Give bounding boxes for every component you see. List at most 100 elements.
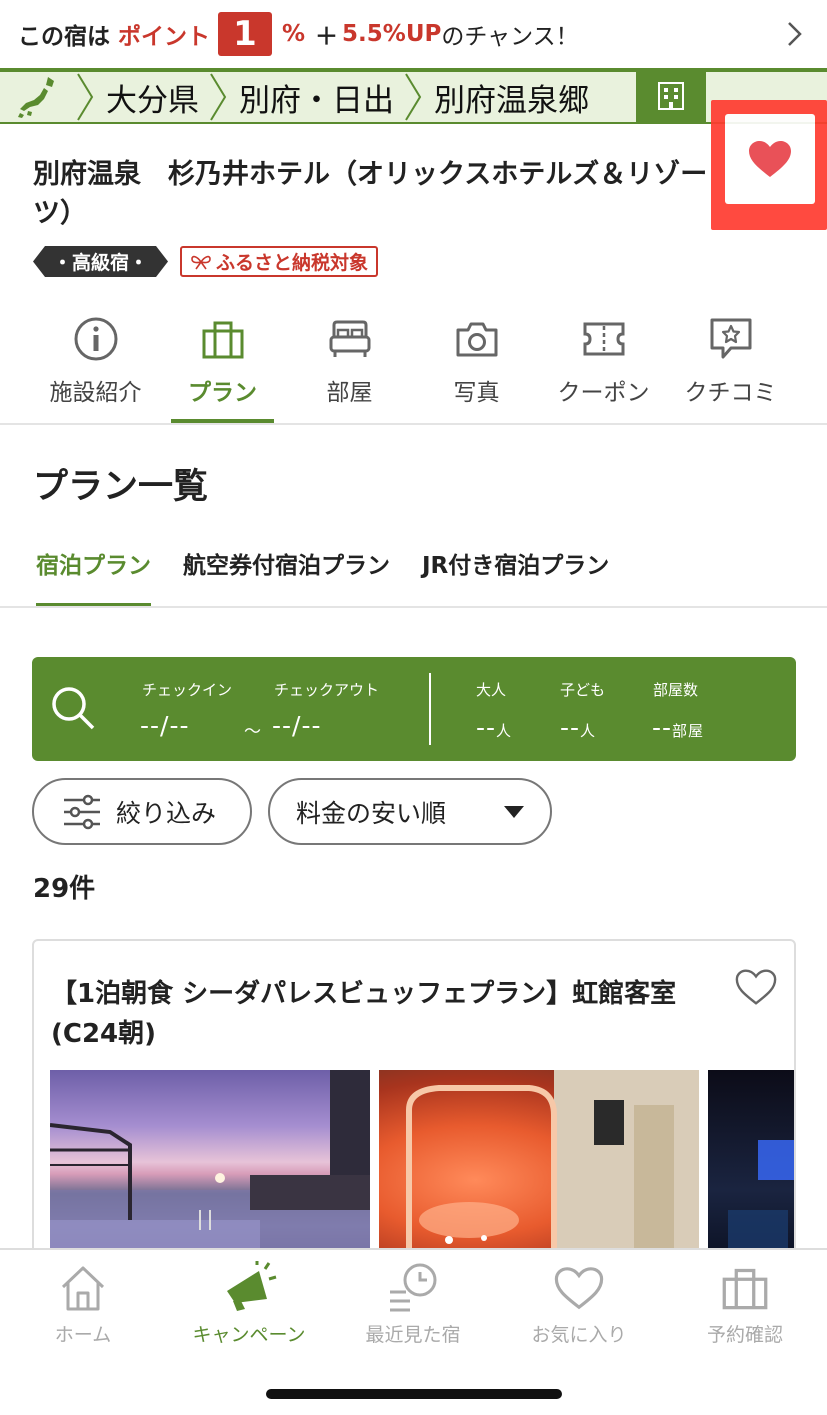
checkin-label: チェックイン: [142, 681, 233, 699]
nav-home-label: ホーム: [54, 1324, 112, 1346]
plan-photo-bath[interactable]: [379, 1070, 699, 1270]
plan-title[interactable]: 【1泊朝食 シーダパレスビュッフェプラン】虹館客室(C24朝): [51, 974, 711, 1054]
hotel-section-tabs: 施設紹介 プラン 部屋 写真 クーポン クチコミ: [32, 305, 795, 423]
child-value: --: [560, 713, 581, 742]
breadcrumb: 大分県 別府・日出 別府温泉郷: [0, 68, 827, 124]
plan-list-heading: プラン一覧: [33, 467, 209, 507]
divider: [0, 423, 827, 425]
nav-favorites-label: お気に入り: [531, 1324, 627, 1346]
info-icon: [74, 317, 117, 361]
rooms-value: --: [652, 713, 673, 742]
child-unit: 人: [580, 722, 597, 740]
divider: [0, 606, 827, 608]
hotel-tags: ・高級宿・ ふるさと納税対象: [33, 246, 379, 277]
adult-label: 大人: [476, 681, 507, 699]
tag-luxury: ・高級宿・: [33, 246, 168, 277]
banner-plus: ＋: [315, 24, 339, 50]
nav-campaign-label: キャンペーン: [192, 1324, 306, 1346]
banner-bonus: 5.5%UP: [342, 21, 442, 47]
tab-rooms-label: 部屋: [326, 380, 373, 406]
child-label: 子ども: [560, 681, 606, 699]
breadcrumb-separator-icon: [77, 73, 94, 121]
tab-photos-label: 写真: [453, 380, 500, 406]
banner-prefix: この宿は: [18, 24, 110, 50]
heart-filled-icon: [749, 141, 791, 177]
nav-recently-viewed-label: 最近見た宿: [365, 1324, 461, 1346]
coupon-icon: [583, 322, 624, 356]
review-icon: [710, 318, 751, 359]
heart-outline-icon[interactable]: [734, 967, 778, 1007]
nav-campaign[interactable]: キャンペーン: [166, 1260, 332, 1347]
plan-photo-rooftop-pool[interactable]: [50, 1070, 370, 1270]
adult-unit: 人: [496, 722, 513, 740]
sort-select[interactable]: 料金の安い順: [268, 778, 552, 845]
heart-outline-icon: [554, 1267, 604, 1310]
camera-icon: [456, 322, 497, 357]
filter-button[interactable]: 絞り込み: [32, 778, 252, 845]
tag-furusato[interactable]: ふるさと納税対象: [180, 246, 379, 277]
tab-coupons[interactable]: クーポン: [540, 305, 667, 423]
nav-recently-viewed[interactable]: 最近見た宿: [330, 1260, 496, 1347]
nav-home[interactable]: ホーム: [0, 1260, 166, 1347]
tab-flight-plan[interactable]: 航空券付宿泊プラン: [183, 540, 390, 607]
divider: [429, 673, 431, 745]
sort-label: 料金の安い順: [296, 798, 447, 828]
point-campaign-banner[interactable]: この宿は ポイント 1 % ＋ 5.5%UP のチャンス！: [0, 0, 827, 68]
sliders-icon: [64, 794, 100, 829]
search-icon: [52, 687, 95, 730]
checkin-value: --/--: [140, 711, 190, 740]
bag-icon: [202, 321, 243, 359]
favorite-highlight: [711, 100, 827, 230]
building-icon: [658, 82, 684, 110]
tab-jr-plan[interactable]: JR付き宿泊プラン: [422, 540, 609, 607]
checkout-label: チェックアウト: [274, 681, 380, 699]
adult-value: --: [476, 713, 497, 742]
megaphone-icon: [227, 1261, 277, 1311]
tab-coupons-label: クーポン: [557, 380, 650, 406]
hotel-name: 別府温泉 杉乃井ホテル（オリックスホテルズ＆リゾーツ）: [33, 159, 708, 229]
nav-reservations[interactable]: 予約確認: [662, 1260, 827, 1347]
breadcrumb-separator-icon: [405, 73, 422, 121]
bag-icon: [722, 1268, 768, 1310]
plan-type-tabs: 宿泊プラン 航空券付宿泊プラン JR付き宿泊プラン: [36, 540, 609, 607]
filter-label: 絞り込み: [116, 798, 217, 828]
home-icon: [61, 1266, 105, 1311]
chevron-right-icon: [788, 22, 802, 46]
nav-reservations-label: 予約確認: [706, 1324, 783, 1346]
plan-photo-night[interactable]: [708, 1070, 794, 1270]
tab-photos[interactable]: 写真: [413, 305, 540, 423]
tab-facility-info-label: 施設紹介: [49, 380, 142, 406]
dropdown-caret-icon: [504, 806, 524, 818]
breadcrumb-current-hotel: [636, 68, 706, 124]
banner-suffix: のチャンス！: [441, 24, 579, 50]
tab-plan-label: プラン: [188, 380, 257, 406]
tab-stay-plan[interactable]: 宿泊プラン: [36, 540, 151, 607]
tab-facility-info[interactable]: 施設紹介: [32, 305, 159, 423]
tag-furusato-label: ふるさと納税対象: [216, 252, 369, 274]
search-conditions-bar[interactable]: チェックイン --/-- ～ チェックアウト --/-- 大人 --人 子ども …: [32, 657, 796, 761]
tab-plan[interactable]: プラン: [159, 305, 286, 423]
ribbon-icon: [191, 255, 211, 269]
home-indicator[interactable]: [266, 1389, 562, 1399]
checkout-value: --/--: [272, 711, 322, 740]
rooms-label: 部屋数: [653, 681, 699, 699]
favorite-button[interactable]: [725, 114, 815, 204]
breadcrumb-item-area[interactable]: 別府・日出: [229, 75, 402, 120]
bed-icon: [329, 320, 370, 357]
history-icon: [390, 1263, 437, 1312]
tab-reviews-label: クチコミ: [684, 380, 777, 406]
banner-point-value: 1: [218, 12, 272, 56]
result-count: 29件: [33, 874, 96, 904]
breadcrumb-item-district[interactable]: 別府温泉郷: [424, 75, 597, 120]
rooms-unit: 部屋: [672, 722, 705, 740]
tab-reviews[interactable]: クチコミ: [667, 305, 794, 423]
tab-rooms[interactable]: 部屋: [286, 305, 413, 423]
banner-point-label: ポイント: [118, 24, 210, 50]
date-range-tilde: ～: [244, 722, 261, 742]
breadcrumb-separator-icon: [210, 73, 227, 121]
banner-percent: %: [282, 21, 306, 47]
plan-card[interactable]: 【1泊朝食 シーダパレスビュッフェプラン】虹館客室(C24朝): [32, 939, 796, 1279]
nav-favorites[interactable]: お気に入り: [496, 1260, 662, 1347]
breadcrumb-item-prefecture[interactable]: 大分県: [96, 75, 207, 120]
japan-map-icon[interactable]: [0, 73, 74, 121]
